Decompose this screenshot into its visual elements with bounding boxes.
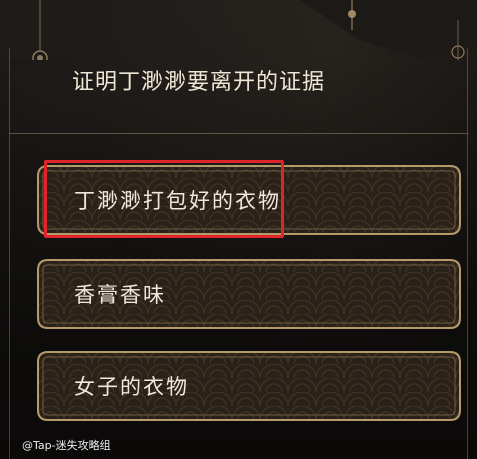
game-scene-background: 证明丁渺渺要离开的证据 丁渺渺打包好的衣物 香膏香味 女子的衣物 @Tap-迷失… — [0, 0, 477, 459]
ornamental-header-decoration — [0, 0, 477, 60]
watermark-text: @Tap-迷失攻略组 — [22, 439, 111, 452]
selection-highlight-box — [44, 160, 284, 238]
option-label: 香膏香味 — [74, 283, 166, 307]
answer-option-2[interactable]: 香膏香味 — [36, 258, 462, 330]
answer-option-3[interactable]: 女子的衣物 — [36, 350, 462, 422]
option-label: 女子的衣物 — [74, 375, 189, 399]
panel-left-border — [9, 48, 10, 459]
question-title: 证明丁渺渺要离开的证据 — [72, 70, 326, 95]
header-divider — [9, 133, 468, 134]
panel-right-border — [467, 48, 468, 459]
